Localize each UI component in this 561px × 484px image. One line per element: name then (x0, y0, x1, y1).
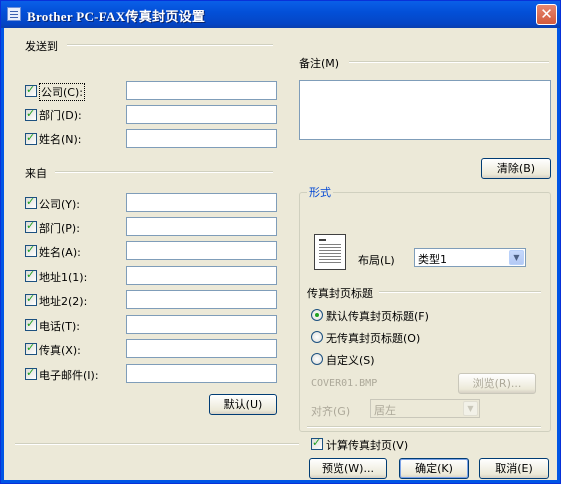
to-department-checkbox[interactable] (25, 107, 37, 121)
from-fax-label: 传真(X): (39, 344, 81, 357)
form-bottom-divider (307, 426, 541, 428)
from-name-input[interactable] (126, 241, 277, 260)
to-name-label: 姓名(N): (39, 133, 82, 146)
to-name-checkbox[interactable] (25, 131, 37, 145)
from-address2-input[interactable] (126, 290, 277, 309)
from-phone-input[interactable] (126, 315, 277, 334)
browse-button[interactable]: 浏览(R)... (458, 373, 536, 394)
default-header-radio[interactable] (311, 309, 323, 321)
from-company-input[interactable] (126, 193, 277, 212)
count-cover-checkbox[interactable] (311, 436, 323, 450)
custom-file-name: COVER01.BMP (311, 378, 378, 389)
from-email-input[interactable] (126, 364, 277, 383)
clear-button[interactable]: 清除(B) (481, 158, 551, 179)
layout-select-value: 类型1 (418, 253, 447, 266)
from-name-checkbox[interactable] (25, 243, 37, 257)
to-company-input[interactable] (126, 81, 277, 100)
chevron-down-icon[interactable]: ▼ (463, 401, 478, 416)
from-department-label: 部门(P): (39, 222, 80, 235)
from-department-checkbox[interactable] (25, 219, 37, 233)
from-address1-input[interactable] (126, 266, 277, 285)
no-header-label: 无传真封页标题(O) (326, 332, 421, 345)
window-icon (7, 7, 21, 21)
ok-button[interactable]: 确定(K) (399, 458, 469, 479)
window-border-left (1, 28, 4, 483)
window-border-right (557, 28, 560, 483)
custom-header-radio[interactable] (311, 353, 323, 365)
footer-divider (15, 443, 299, 445)
form-section-label: 形式 (307, 184, 333, 200)
from-department-input[interactable] (126, 217, 277, 236)
from-address2-label: 地址2(2): (39, 295, 88, 308)
from-email-label: 电子邮件(I): (39, 369, 99, 382)
default-button[interactable]: 默认(U) (209, 394, 277, 415)
to-name-input[interactable] (126, 129, 277, 148)
count-cover-label: 计算传真封页(V) (326, 439, 409, 452)
chevron-down-icon[interactable]: ▼ (509, 250, 524, 265)
cover-header-divider (379, 291, 541, 293)
from-address2-checkbox[interactable] (25, 292, 37, 306)
to-company-label: 公司(C): (39, 83, 85, 101)
from-company-label: 公司(Y): (39, 198, 81, 211)
custom-header-label: 自定义(S) (326, 354, 375, 367)
window-title: Brother PC-FAX传真封页设置 (27, 9, 206, 24)
default-header-label: 默认传真封页标题(F) (326, 310, 429, 323)
comment-section-divider (349, 61, 549, 63)
to-section-label: 发送到 (25, 40, 58, 53)
cover-header-label: 传真封页标题 (307, 287, 373, 300)
to-section-divider (67, 44, 273, 46)
cancel-button[interactable]: 取消(E) (479, 458, 549, 479)
window-border-bottom (1, 480, 560, 483)
align-select-value: 居左 (374, 404, 396, 417)
no-header-radio[interactable] (311, 331, 323, 343)
from-address1-label: 地址1(1): (39, 271, 88, 284)
from-fax-checkbox[interactable] (25, 341, 37, 355)
to-department-label: 部门(D): (39, 109, 82, 122)
from-fax-input[interactable] (126, 339, 277, 358)
from-address1-checkbox[interactable] (25, 268, 37, 282)
from-company-checkbox[interactable] (25, 195, 37, 209)
title-bar[interactable]: Brother PC-FAX传真封页设置 ✕ (1, 1, 560, 28)
to-company-checkbox[interactable] (25, 83, 37, 97)
layout-preview-icon (314, 234, 346, 270)
align-label: 对齐(G) (311, 405, 351, 418)
align-select[interactable]: 居左 ▼ (370, 399, 480, 418)
from-section-label: 来自 (25, 167, 47, 180)
close-icon[interactable]: ✕ (536, 4, 557, 25)
comment-section-label: 备注(M) (299, 57, 340, 70)
comment-textarea[interactable] (299, 80, 551, 140)
from-name-label: 姓名(A): (39, 246, 81, 259)
from-section-divider (55, 171, 273, 173)
from-phone-checkbox[interactable] (25, 317, 37, 331)
preview-button[interactable]: 预览(W)... (309, 458, 387, 479)
from-phone-label: 电话(T): (39, 320, 81, 333)
layout-label: 布局(L) (358, 254, 395, 267)
layout-select[interactable]: 类型1 ▼ (414, 248, 526, 267)
to-department-input[interactable] (126, 105, 277, 124)
from-email-checkbox[interactable] (25, 366, 37, 380)
cover-page-settings-dialog: Brother PC-FAX传真封页设置 ✕ 发送到 公司(C): 部门(D):… (0, 0, 561, 484)
